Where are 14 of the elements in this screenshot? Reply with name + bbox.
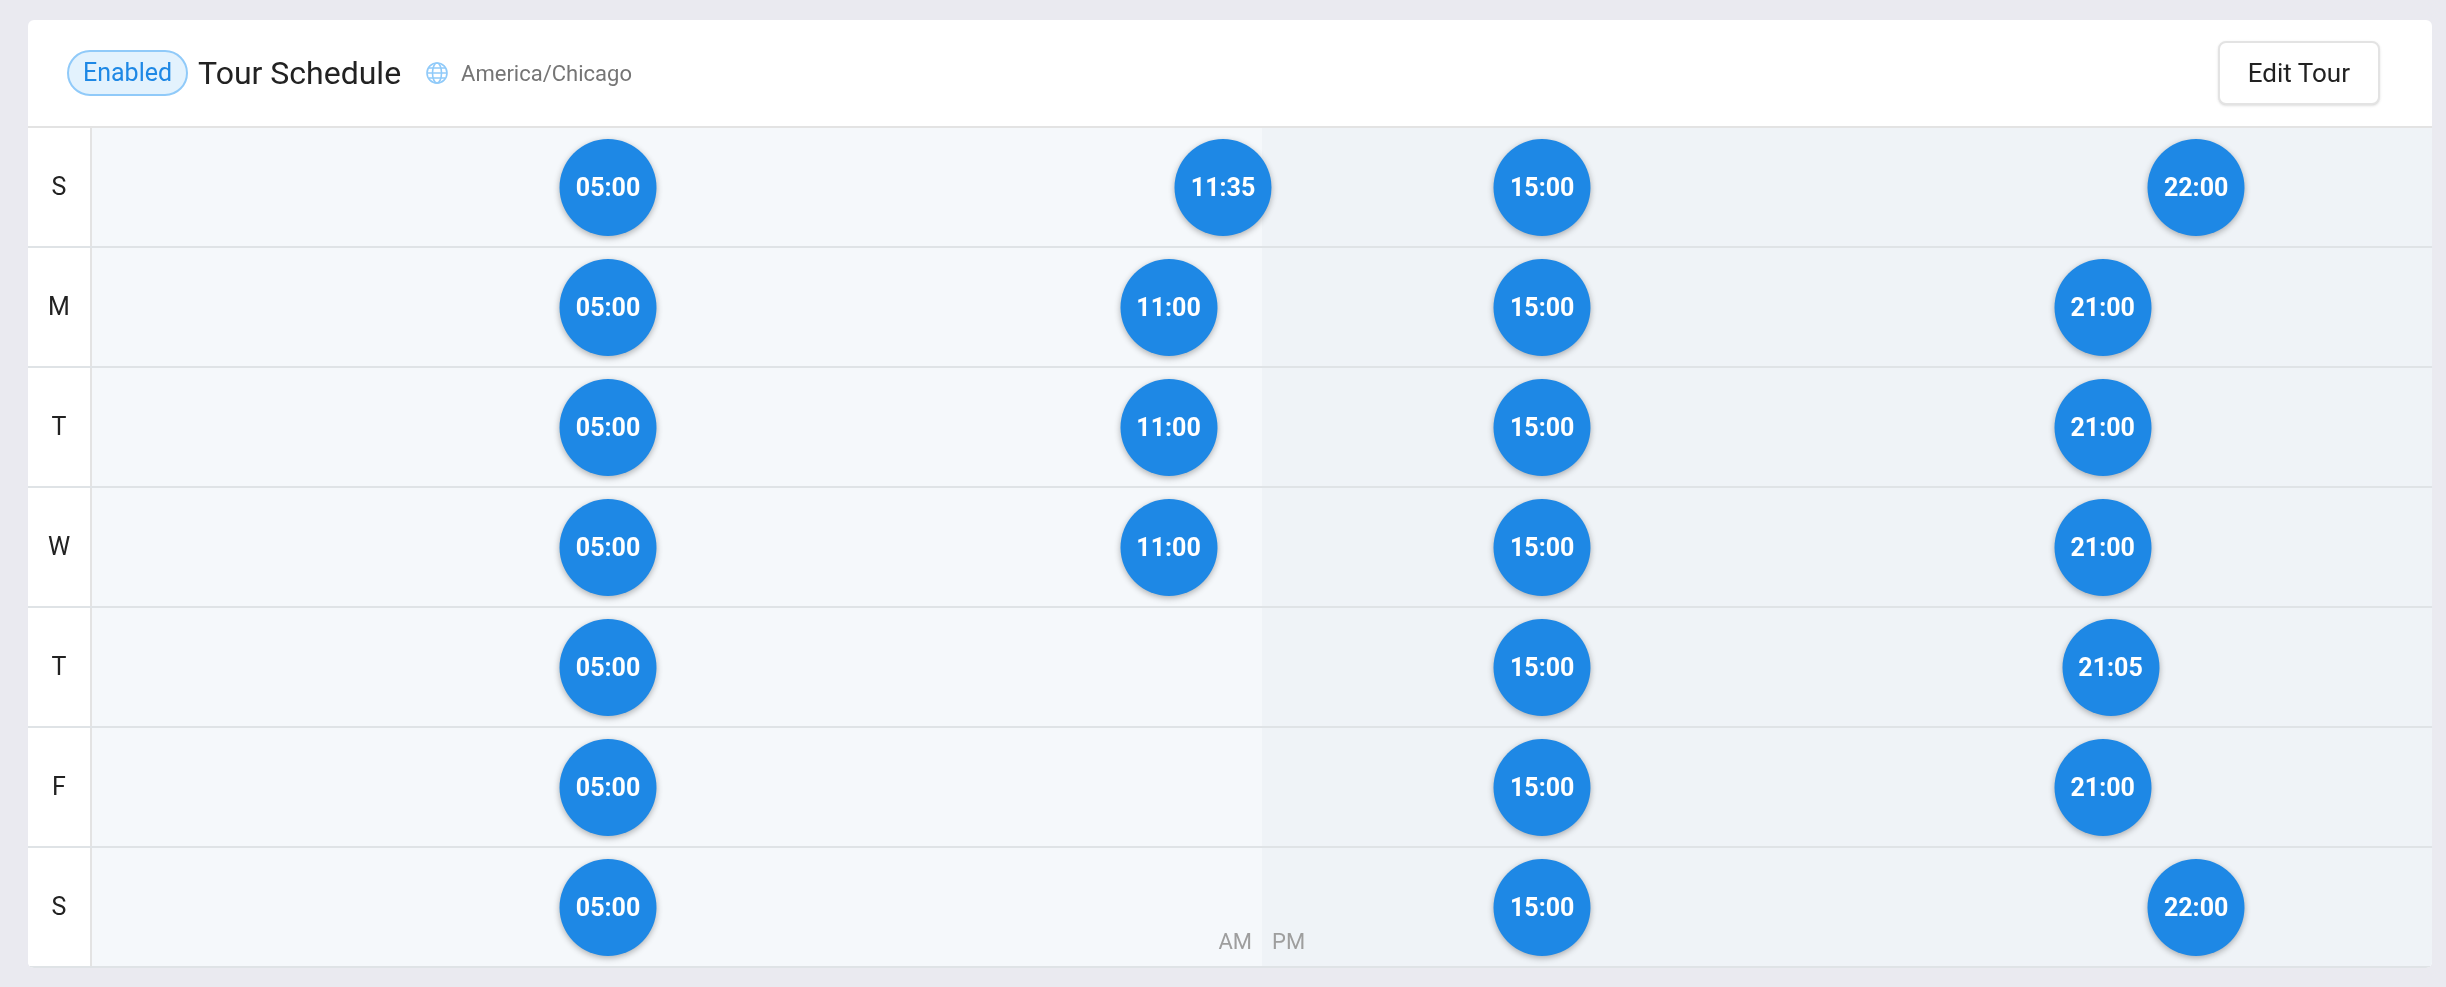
am-label: AM [1218, 928, 1252, 956]
day-label: F [52, 771, 66, 804]
status-badge: Enabled [67, 50, 189, 96]
schedule-title: Tour Schedule [198, 53, 402, 94]
day-label: W [47, 531, 71, 564]
day-label: T [51, 651, 67, 684]
day-label: M [48, 291, 70, 324]
pm-label: PM [1272, 928, 1306, 956]
day-label: S [51, 891, 67, 924]
day-label: T [51, 411, 67, 444]
timezone-label: America/Chicago [461, 59, 632, 88]
edit-tour-button[interactable]: Edit Tour [2217, 41, 2380, 105]
globe-icon [425, 61, 450, 85]
day-label: S [51, 171, 67, 204]
